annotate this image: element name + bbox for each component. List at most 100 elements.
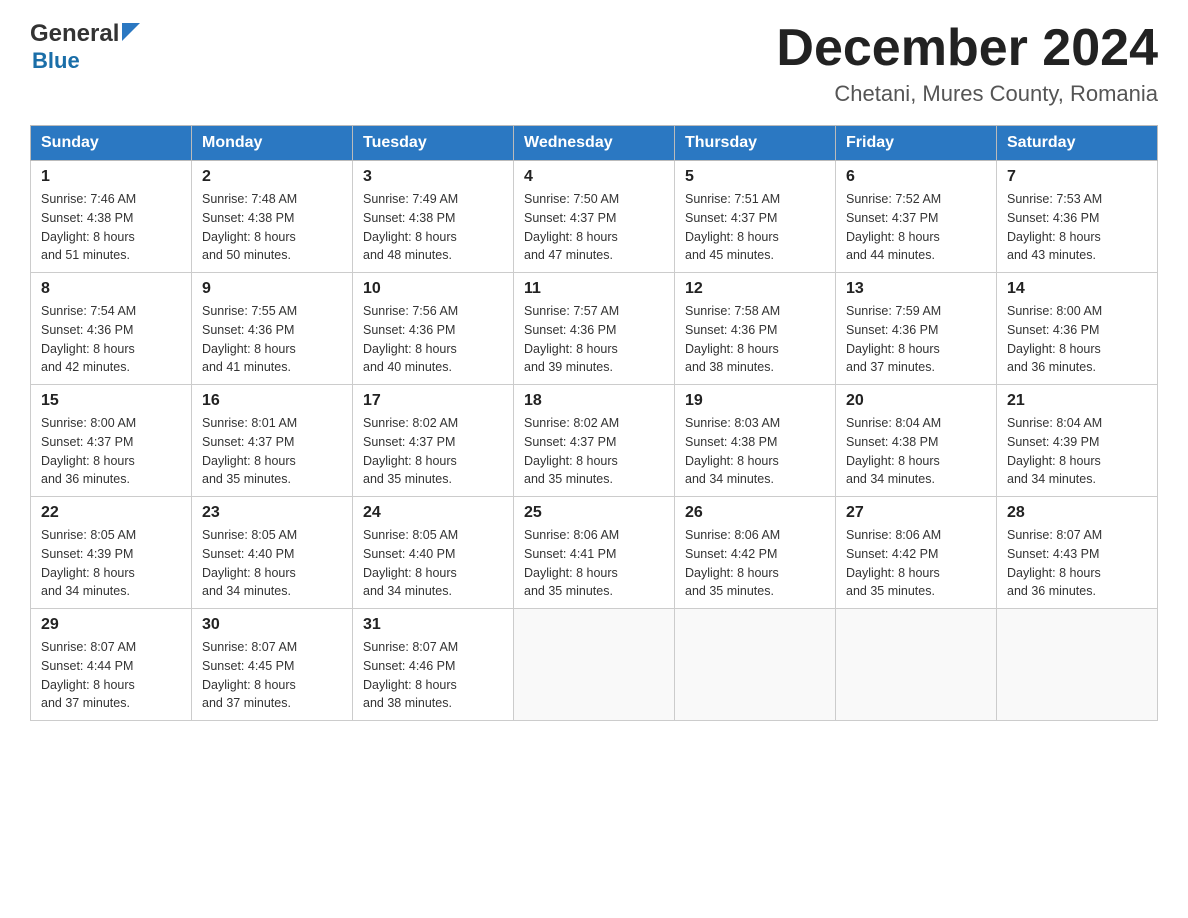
day-number: 12 [685,280,825,298]
day-info: Sunrise: 8:04 AM Sunset: 4:38 PM Dayligh… [846,414,986,489]
day-info: Sunrise: 8:05 AM Sunset: 4:40 PM Dayligh… [202,526,342,601]
day-info: Sunrise: 8:07 AM Sunset: 4:46 PM Dayligh… [363,638,503,713]
day-info: Sunrise: 8:07 AM Sunset: 4:45 PM Dayligh… [202,638,342,713]
calendar-title: December 2024 [776,20,1158,77]
col-wednesday: Wednesday [514,126,675,161]
day-info: Sunrise: 8:00 AM Sunset: 4:37 PM Dayligh… [41,414,181,489]
day-number: 22 [41,504,181,522]
calendar-cell: 26 Sunrise: 8:06 AM Sunset: 4:42 PM Dayl… [675,497,836,609]
calendar-cell [514,609,675,721]
day-info: Sunrise: 7:56 AM Sunset: 4:36 PM Dayligh… [363,302,503,377]
calendar-week-1: 1 Sunrise: 7:46 AM Sunset: 4:38 PM Dayli… [31,161,1158,273]
col-thursday: Thursday [675,126,836,161]
day-info: Sunrise: 7:51 AM Sunset: 4:37 PM Dayligh… [685,190,825,265]
day-info: Sunrise: 8:03 AM Sunset: 4:38 PM Dayligh… [685,414,825,489]
day-info: Sunrise: 8:02 AM Sunset: 4:37 PM Dayligh… [524,414,664,489]
day-info: Sunrise: 7:48 AM Sunset: 4:38 PM Dayligh… [202,190,342,265]
calendar-week-2: 8 Sunrise: 7:54 AM Sunset: 4:36 PM Dayli… [31,273,1158,385]
day-info: Sunrise: 7:57 AM Sunset: 4:36 PM Dayligh… [524,302,664,377]
calendar-cell: 25 Sunrise: 8:06 AM Sunset: 4:41 PM Dayl… [514,497,675,609]
day-number: 14 [1007,280,1147,298]
day-info: Sunrise: 8:06 AM Sunset: 4:42 PM Dayligh… [685,526,825,601]
day-info: Sunrise: 7:49 AM Sunset: 4:38 PM Dayligh… [363,190,503,265]
day-info: Sunrise: 8:06 AM Sunset: 4:41 PM Dayligh… [524,526,664,601]
calendar-week-5: 29 Sunrise: 8:07 AM Sunset: 4:44 PM Dayl… [31,609,1158,721]
day-number: 20 [846,392,986,410]
calendar-cell: 19 Sunrise: 8:03 AM Sunset: 4:38 PM Dayl… [675,385,836,497]
day-number: 24 [363,504,503,522]
logo-blue-text: Blue [32,48,80,74]
day-number: 21 [1007,392,1147,410]
calendar-cell: 1 Sunrise: 7:46 AM Sunset: 4:38 PM Dayli… [31,161,192,273]
col-monday: Monday [192,126,353,161]
day-number: 23 [202,504,342,522]
day-number: 17 [363,392,503,410]
col-tuesday: Tuesday [353,126,514,161]
calendar-cell: 22 Sunrise: 8:05 AM Sunset: 4:39 PM Dayl… [31,497,192,609]
day-info: Sunrise: 7:55 AM Sunset: 4:36 PM Dayligh… [202,302,342,377]
day-number: 27 [846,504,986,522]
day-number: 10 [363,280,503,298]
calendar-cell: 5 Sunrise: 7:51 AM Sunset: 4:37 PM Dayli… [675,161,836,273]
day-number: 6 [846,168,986,186]
calendar-table: Sunday Monday Tuesday Wednesday Thursday… [30,125,1158,721]
calendar-cell: 3 Sunrise: 7:49 AM Sunset: 4:38 PM Dayli… [353,161,514,273]
day-number: 3 [363,168,503,186]
day-info: Sunrise: 7:53 AM Sunset: 4:36 PM Dayligh… [1007,190,1147,265]
day-number: 5 [685,168,825,186]
day-info: Sunrise: 8:02 AM Sunset: 4:37 PM Dayligh… [363,414,503,489]
day-info: Sunrise: 8:07 AM Sunset: 4:43 PM Dayligh… [1007,526,1147,601]
logo-general-text: General [30,20,119,48]
day-info: Sunrise: 7:54 AM Sunset: 4:36 PM Dayligh… [41,302,181,377]
calendar-cell: 27 Sunrise: 8:06 AM Sunset: 4:42 PM Dayl… [836,497,997,609]
day-number: 7 [1007,168,1147,186]
calendar-cell [997,609,1158,721]
calendar-cell: 2 Sunrise: 7:48 AM Sunset: 4:38 PM Dayli… [192,161,353,273]
day-info: Sunrise: 8:05 AM Sunset: 4:39 PM Dayligh… [41,526,181,601]
day-number: 1 [41,168,181,186]
day-info: Sunrise: 7:46 AM Sunset: 4:38 PM Dayligh… [41,190,181,265]
day-info: Sunrise: 8:04 AM Sunset: 4:39 PM Dayligh… [1007,414,1147,489]
col-saturday: Saturday [997,126,1158,161]
calendar-cell: 10 Sunrise: 7:56 AM Sunset: 4:36 PM Dayl… [353,273,514,385]
day-number: 30 [202,616,342,634]
calendar-cell: 24 Sunrise: 8:05 AM Sunset: 4:40 PM Dayl… [353,497,514,609]
calendar-cell: 23 Sunrise: 8:05 AM Sunset: 4:40 PM Dayl… [192,497,353,609]
day-info: Sunrise: 7:52 AM Sunset: 4:37 PM Dayligh… [846,190,986,265]
calendar-cell: 18 Sunrise: 8:02 AM Sunset: 4:37 PM Dayl… [514,385,675,497]
calendar-cell: 21 Sunrise: 8:04 AM Sunset: 4:39 PM Dayl… [997,385,1158,497]
day-number: 29 [41,616,181,634]
calendar-cell: 6 Sunrise: 7:52 AM Sunset: 4:37 PM Dayli… [836,161,997,273]
col-friday: Friday [836,126,997,161]
calendar-cell: 7 Sunrise: 7:53 AM Sunset: 4:36 PM Dayli… [997,161,1158,273]
logo: General Blue [30,20,140,74]
calendar-cell: 31 Sunrise: 8:07 AM Sunset: 4:46 PM Dayl… [353,609,514,721]
calendar-cell: 17 Sunrise: 8:02 AM Sunset: 4:37 PM Dayl… [353,385,514,497]
day-number: 9 [202,280,342,298]
calendar-cell: 12 Sunrise: 7:58 AM Sunset: 4:36 PM Dayl… [675,273,836,385]
calendar-week-3: 15 Sunrise: 8:00 AM Sunset: 4:37 PM Dayl… [31,385,1158,497]
calendar-cell: 20 Sunrise: 8:04 AM Sunset: 4:38 PM Dayl… [836,385,997,497]
calendar-cell: 30 Sunrise: 8:07 AM Sunset: 4:45 PM Dayl… [192,609,353,721]
title-section: December 2024 Chetani, Mures County, Rom… [776,20,1158,107]
calendar-cell: 16 Sunrise: 8:01 AM Sunset: 4:37 PM Dayl… [192,385,353,497]
day-number: 18 [524,392,664,410]
day-info: Sunrise: 8:05 AM Sunset: 4:40 PM Dayligh… [363,526,503,601]
calendar-cell [675,609,836,721]
calendar-cell [836,609,997,721]
day-info: Sunrise: 7:58 AM Sunset: 4:36 PM Dayligh… [685,302,825,377]
calendar-cell: 13 Sunrise: 7:59 AM Sunset: 4:36 PM Dayl… [836,273,997,385]
calendar-cell: 14 Sunrise: 8:00 AM Sunset: 4:36 PM Dayl… [997,273,1158,385]
day-number: 19 [685,392,825,410]
calendar-cell: 9 Sunrise: 7:55 AM Sunset: 4:36 PM Dayli… [192,273,353,385]
day-number: 11 [524,280,664,298]
day-number: 28 [1007,504,1147,522]
day-info: Sunrise: 7:50 AM Sunset: 4:37 PM Dayligh… [524,190,664,265]
day-info: Sunrise: 8:00 AM Sunset: 4:36 PM Dayligh… [1007,302,1147,377]
day-number: 16 [202,392,342,410]
calendar-cell: 29 Sunrise: 8:07 AM Sunset: 4:44 PM Dayl… [31,609,192,721]
calendar-cell: 4 Sunrise: 7:50 AM Sunset: 4:37 PM Dayli… [514,161,675,273]
calendar-week-4: 22 Sunrise: 8:05 AM Sunset: 4:39 PM Dayl… [31,497,1158,609]
page-header: General Blue December 2024 Chetani, Mure… [30,20,1158,107]
day-number: 25 [524,504,664,522]
